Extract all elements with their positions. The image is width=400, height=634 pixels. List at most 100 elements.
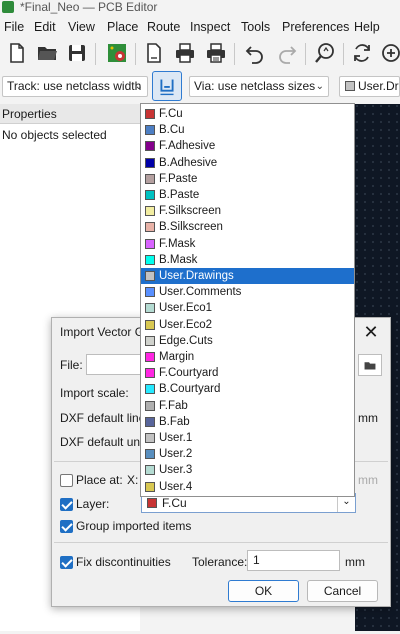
fix-discontinuities-checkbox[interactable] — [60, 556, 73, 569]
track-width-select[interactable]: Track: use netclass width ⌄ — [2, 76, 148, 97]
place-at-x-label: X: — [127, 473, 139, 487]
layer-option[interactable]: User.Drawings — [141, 268, 354, 284]
fix-discontinuities-label: Fix discontinuities — [76, 555, 171, 569]
tolerance-label: Tolerance: — [192, 555, 248, 569]
find-icon[interactable] — [312, 40, 338, 66]
layer-swatch — [145, 352, 155, 362]
layer-option[interactable]: F.Silkscreen — [141, 203, 354, 219]
browse-folder-icon[interactable] — [358, 354, 382, 376]
layer-option[interactable]: B.Adhesive — [141, 155, 354, 171]
layer-option[interactable]: F.Cu — [141, 106, 354, 122]
menu-tools[interactable]: Tools — [241, 19, 270, 35]
layer-option-label: Margin — [159, 351, 195, 363]
layer-option-label: B.Mask — [159, 253, 198, 266]
place-at-unit: mm — [358, 473, 378, 487]
redo-icon[interactable] — [274, 40, 300, 66]
active-layer-select[interactable]: User.Dra — [339, 76, 400, 97]
no-selection-text: No objects selected — [2, 128, 107, 142]
close-icon[interactable]: ✕ — [358, 320, 384, 344]
layer-option[interactable]: F.Mask — [141, 236, 354, 252]
layer-swatch — [145, 368, 155, 379]
layer-option[interactable]: User.2 — [141, 446, 354, 462]
layer-option[interactable]: B.Paste — [141, 187, 354, 203]
toolbar-separator — [343, 43, 344, 65]
layer-option[interactable]: F.Adhesive — [141, 138, 354, 154]
layer-option-label: User.2 — [159, 448, 193, 461]
undo-icon[interactable] — [242, 40, 268, 66]
layer-swatch — [145, 271, 155, 281]
layer-option-label: User.Eco2 — [159, 318, 213, 331]
layer-option[interactable]: B.Cu — [141, 122, 354, 138]
layer-option-label: User.3 — [159, 464, 193, 477]
save-icon[interactable] — [64, 40, 90, 66]
place-at-checkbox[interactable] — [60, 474, 73, 487]
dxf-line-label: DXF default line — [60, 411, 146, 425]
tolerance-value: 1 — [253, 553, 260, 567]
layer-option-label: User.Comments — [159, 286, 242, 299]
layer-option[interactable]: User.Eco1 — [141, 300, 354, 316]
layer-option-label: B.Fab — [159, 415, 190, 428]
menu-file[interactable]: File — [4, 19, 24, 35]
layer-select-value: F.Cu — [162, 496, 187, 510]
layer-option-label: User.Drawings — [159, 270, 234, 282]
layer-option[interactable]: User.1 — [141, 430, 354, 446]
ok-button[interactable]: OK — [228, 580, 299, 602]
layer-option-label: F.Silkscreen — [159, 205, 221, 218]
layer-swatch — [345, 81, 355, 91]
refresh-icon[interactable] — [349, 40, 375, 66]
menu-help[interactable]: Help — [354, 19, 380, 35]
page-settings-icon[interactable] — [141, 40, 167, 66]
layer-option[interactable]: F.Paste — [141, 171, 354, 187]
layer-option-label: F.Cu — [159, 108, 183, 120]
layer-swatch — [145, 449, 155, 460]
layer-option-label: Edge.Cuts — [159, 334, 213, 347]
layer-option[interactable]: B.Courtyard — [141, 381, 354, 397]
zoom-in-icon[interactable] — [378, 40, 400, 66]
auto-track-width-button[interactable] — [152, 71, 182, 101]
layer-option[interactable]: Edge.Cuts — [141, 333, 354, 349]
layer-option[interactable]: F.Fab — [141, 398, 354, 414]
layer-swatch — [145, 238, 155, 249]
layer-swatch — [145, 206, 155, 217]
layer-option[interactable]: Margin — [141, 349, 354, 365]
layer-option[interactable]: B.Mask — [141, 252, 354, 268]
layer-option[interactable]: User.3 — [141, 462, 354, 478]
track-via-toolbar: Track: use netclass width ⌄ Via: use net… — [0, 70, 400, 104]
board-setup-icon[interactable] — [104, 40, 130, 66]
menu-preferences[interactable]: Preferences — [282, 19, 349, 35]
layer-option[interactable]: User.Comments — [141, 284, 354, 300]
open-folder-icon[interactable] — [34, 40, 60, 66]
layer-checkbox[interactable] — [60, 498, 73, 511]
menu-route[interactable]: Route — [147, 19, 180, 35]
new-board-icon[interactable] — [4, 40, 30, 66]
menu-inspect[interactable]: Inspect — [190, 19, 230, 35]
plot-icon[interactable] — [203, 40, 229, 66]
layer-option-label: F.Fab — [159, 399, 188, 412]
layer-option[interactable]: User.Eco2 — [141, 317, 354, 333]
divider — [54, 542, 388, 543]
layer-option[interactable]: F.Courtyard — [141, 365, 354, 381]
title-bar: *Final_Neo — PCB Editor — [0, 0, 400, 17]
group-imported-checkbox[interactable] — [60, 520, 73, 533]
dxf-unit-label: DXF default unit — [60, 435, 147, 449]
layer-option-label: F.Mask — [159, 237, 196, 250]
menu-place[interactable]: Place — [107, 19, 138, 35]
print-icon[interactable] — [172, 40, 198, 66]
layer-option[interactable]: B.Silkscreen — [141, 219, 354, 235]
via-size-value: Via: use netclass sizes — [194, 79, 316, 93]
chevron-down-icon: ⌄ — [315, 81, 324, 92]
layer-option-label: User.1 — [159, 432, 193, 444]
via-size-select[interactable]: Via: use netclass sizes ⌄ — [189, 76, 329, 97]
menu-edit[interactable]: Edit — [34, 19, 56, 35]
cancel-button[interactable]: Cancel — [307, 580, 378, 602]
layer-option[interactable]: User.4 — [141, 479, 354, 495]
import-scale-label: Import scale: — [60, 386, 129, 400]
layer-swatch — [145, 303, 155, 314]
tolerance-field[interactable]: 1 — [247, 550, 340, 571]
layer-option[interactable]: B.Fab — [141, 414, 354, 430]
layer-swatch — [145, 384, 155, 395]
layer-option-label: User.Eco1 — [159, 302, 213, 315]
menu-view[interactable]: View — [68, 19, 95, 35]
file-path-field[interactable] — [86, 354, 146, 375]
place-at-label: Place at: — [76, 473, 123, 487]
